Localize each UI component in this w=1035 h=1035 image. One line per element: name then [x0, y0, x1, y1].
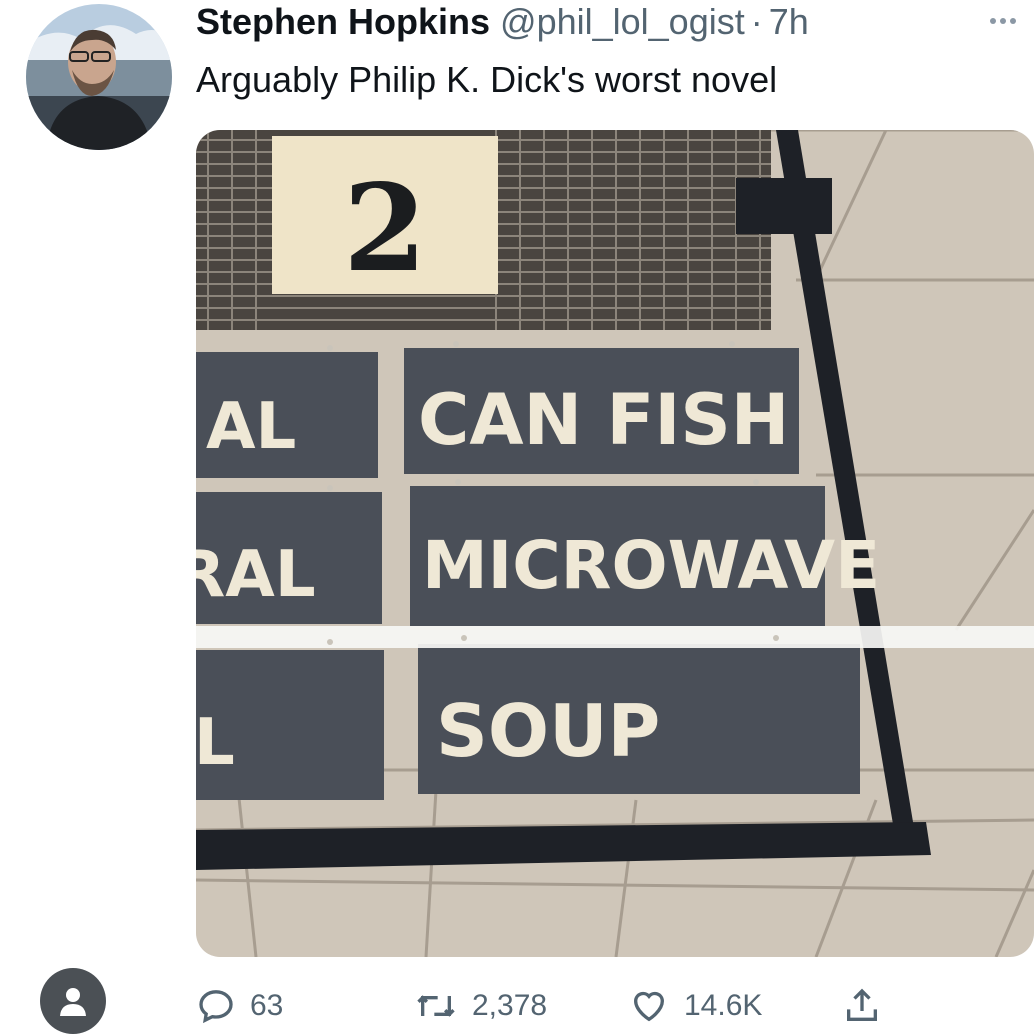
- author-handle[interactable]: @phil_lol_ogist: [500, 0, 745, 44]
- tweet-actions: 63 2,378 14.6K: [0, 982, 1035, 1030]
- retweet-button[interactable]: 2,378: [414, 982, 547, 1030]
- author-avatar[interactable]: [26, 4, 172, 150]
- sign-soup: SOUP: [436, 689, 660, 773]
- more-dot: [1010, 18, 1016, 24]
- reply-count: 63: [250, 989, 284, 1022]
- retweet-icon: [417, 995, 455, 1017]
- tweet-image[interactable]: 2 AL RAL L CAN FISH MICROWAVE SOUP: [196, 130, 1034, 957]
- sign-left-2: RAL: [196, 538, 316, 612]
- share-button[interactable]: [842, 982, 882, 1030]
- share-icon: [847, 988, 877, 1021]
- more-options-button[interactable]: [978, 6, 1028, 36]
- sign-left-1: AL: [206, 390, 296, 464]
- more-horizontal-icon: [990, 18, 996, 24]
- like-count: 14.6K: [684, 989, 763, 1022]
- heart-icon: [633, 991, 665, 1022]
- sign-left-3: L: [196, 706, 235, 780]
- separator-dot: ·: [750, 1, 763, 42]
- retweet-count: 2,378: [472, 989, 548, 1022]
- aisle-sign-photo: 2 AL RAL L CAN FISH MICROWAVE SOUP: [196, 130, 1034, 957]
- tweet-header: Stephen Hopkins @phil_lol_ogist · 7h: [196, 0, 809, 44]
- aisle-number: 2: [343, 158, 427, 299]
- sign-microwave: MICROWAVE: [422, 527, 880, 604]
- reply-button[interactable]: 63: [196, 982, 283, 1030]
- reply-icon: [199, 990, 233, 1024]
- like-button[interactable]: 14.6K: [628, 982, 762, 1030]
- tweet-timestamp[interactable]: 7h: [769, 0, 809, 44]
- tweet-text: Arguably Philip K. Dick's worst novel: [196, 59, 778, 100]
- sign-can-fish: CAN FISH: [418, 379, 789, 461]
- author-name[interactable]: Stephen Hopkins: [196, 0, 490, 44]
- avatar-photo: [26, 4, 172, 150]
- more-dot: [1000, 18, 1006, 24]
